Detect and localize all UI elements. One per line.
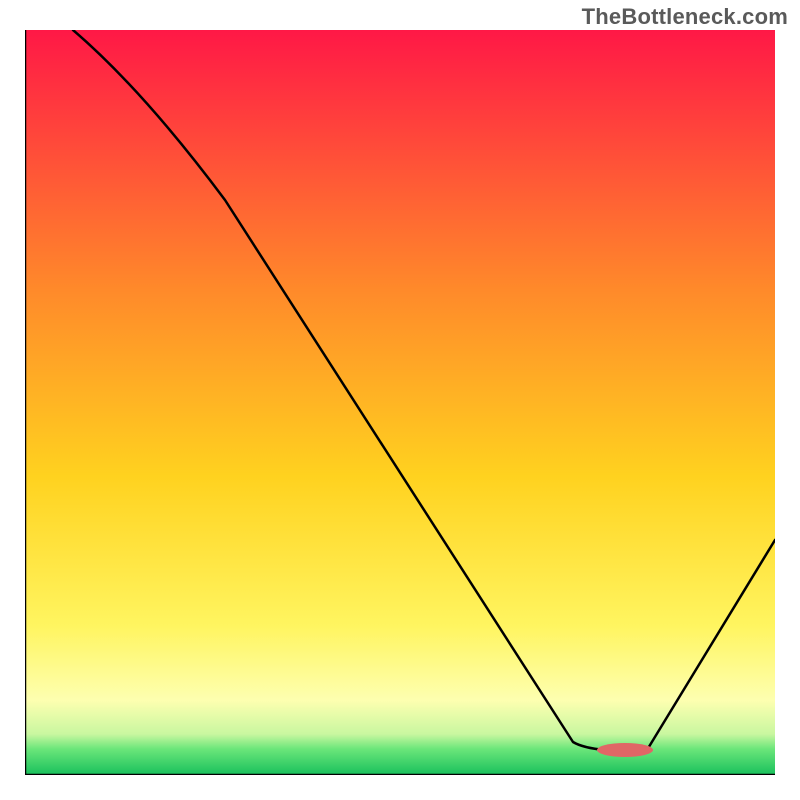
plot-svg — [25, 30, 775, 775]
target-marker — [597, 743, 653, 757]
chart-stage: TheBottleneck.com — [0, 0, 800, 800]
plot-area — [25, 30, 775, 775]
watermark-label: TheBottleneck.com — [582, 4, 788, 30]
gradient-fill — [25, 30, 775, 775]
